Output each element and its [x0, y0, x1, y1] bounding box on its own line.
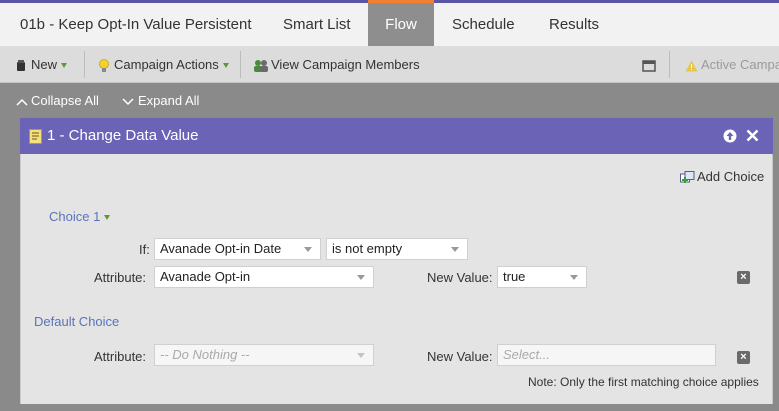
data-value-icon [29, 129, 42, 144]
if-operator-select[interactable]: is not empty [326, 238, 468, 260]
lightbulb-icon [99, 58, 109, 72]
default-new-value-input[interactable]: Select... [497, 344, 716, 366]
choice-1-label[interactable]: Choice 1 [49, 209, 111, 224]
tab-flow[interactable]: Flow [368, 0, 434, 46]
chevron-down-icon [451, 247, 459, 252]
window-icon[interactable] [642, 46, 656, 83]
members-icon [254, 59, 268, 72]
toolbar-divider [669, 51, 670, 78]
view-members-label: View Campaign Members [271, 57, 420, 72]
default-choice-label: Default Choice [34, 314, 120, 329]
collapse-all-button[interactable]: Collapse All [16, 84, 99, 118]
tab-smart-list[interactable]: Smart List [283, 3, 351, 46]
chevron-down-icon [357, 275, 365, 280]
default-new-value-label: New Value: [427, 349, 493, 364]
add-choice-label: Add Choice [697, 169, 765, 184]
active-campaign-label: Active Campaign [701, 57, 779, 72]
chevron-down-icon [357, 353, 365, 358]
tab-campaign-name[interactable]: 01b - Keep Opt-In Value Persistent [20, 3, 252, 46]
new-button[interactable]: New [16, 46, 68, 83]
if-field-select[interactable]: Avanade Opt-in Date [154, 238, 321, 260]
toolbar: New Campaign Actions View Campaign Membe… [0, 46, 779, 83]
attribute-label: Attribute: [94, 270, 147, 285]
move-up-icon[interactable] [723, 129, 737, 143]
new-value-label: New Value: [427, 270, 493, 285]
toolbar-divider [240, 51, 241, 78]
if-label: If: [139, 242, 150, 257]
chevron-down-icon [122, 98, 134, 105]
chevron-down-icon [304, 247, 312, 252]
attribute-select[interactable]: Avanade Opt-in [154, 266, 374, 288]
campaign-actions-button[interactable]: Campaign Actions [99, 46, 229, 83]
flow-step-body: Add Choice Choice 1 If: Avanade Opt-in D… [20, 154, 773, 404]
view-campaign-members-button[interactable]: View Campaign Members [253, 46, 420, 83]
toolbar-divider [84, 51, 85, 78]
step-title: 1 - Change Data Value [47, 127, 199, 144]
new-value-select[interactable]: true [497, 266, 587, 288]
chevron-down-icon [570, 275, 578, 280]
tab-results[interactable]: Results [549, 3, 599, 46]
default-attribute-select[interactable]: -- Do Nothing -- [154, 344, 374, 366]
add-choice-button[interactable]: Add Choice [680, 169, 764, 184]
new-icon [17, 59, 25, 71]
tab-schedule[interactable]: Schedule [452, 3, 515, 46]
warning-icon [685, 60, 698, 72]
flow-step-header[interactable]: 1 - Change Data Value [20, 118, 773, 154]
active-campaign-status: Active Campaign [685, 46, 779, 83]
chevron-up-icon [16, 98, 28, 106]
campaign-actions-label: Campaign Actions [114, 57, 219, 72]
delete-default-choice-icon[interactable]: × [737, 351, 750, 364]
expand-all-button[interactable]: Expand All [122, 84, 199, 118]
chevron-down-icon [104, 215, 111, 221]
collapse-expand-strip: Collapse All Expand All [0, 84, 779, 118]
chevron-down-icon [61, 63, 68, 69]
default-attribute-label: Attribute: [94, 349, 147, 364]
delete-choice-icon[interactable]: × [737, 271, 750, 284]
chevron-down-icon [222, 63, 229, 69]
add-choice-icon [680, 171, 695, 184]
collapse-all-label: Collapse All [31, 93, 99, 108]
choice-note: Note: Only the first matching choice app… [528, 375, 759, 389]
new-label: New [31, 57, 58, 72]
close-icon[interactable] [746, 129, 759, 142]
expand-all-label: Expand All [138, 93, 200, 108]
tab-bar: 01b - Keep Opt-In Value Persistent Smart… [0, 0, 779, 46]
